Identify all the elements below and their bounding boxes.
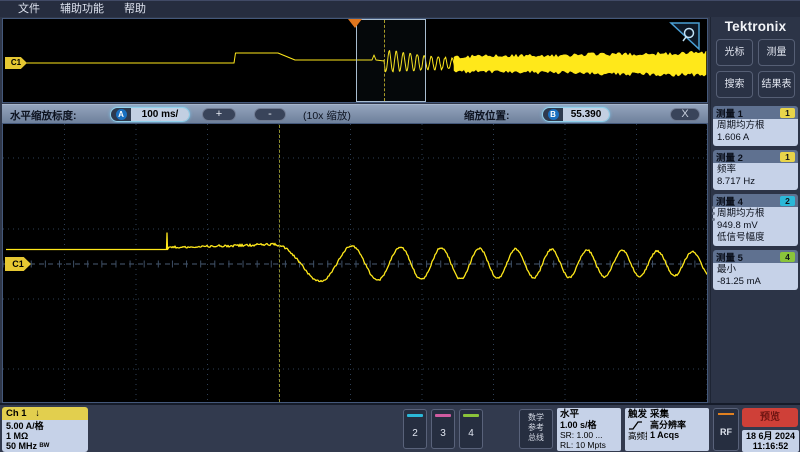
oscilloscope-screen: 文件 辅助功能 帮助 C1 水平缩放标度: A 100 ms/格 + - (10… <box>0 0 800 452</box>
measure-button[interactable]: 测量 <box>758 39 795 66</box>
time-text: 11:16:52 <box>742 441 799 451</box>
date-text: 18 6月 2024 <box>742 431 799 441</box>
zoom-window-box[interactable] <box>356 19 426 102</box>
cursors-button[interactable]: 光标 <box>716 39 753 66</box>
bottom-bar: Ch 1 ↓ 5.00 A/格 1 MΩ 50 MHz ᴮᵂ 2 3 4 数学 … <box>0 403 800 452</box>
menu-bar: 文件 辅助功能 帮助 <box>0 0 800 17</box>
zoom-scale-control[interactable]: A 100 ms/格 <box>110 107 190 122</box>
channel3-color-bar <box>435 414 451 417</box>
main-waveform-plot <box>3 124 707 402</box>
zoom-factor-label: (10x 缩放) <box>303 108 351 123</box>
overview-waveform-plot <box>3 19 707 102</box>
preview-button[interactable]: 预览 <box>742 408 798 427</box>
channel2-button[interactable]: 2 <box>403 409 427 449</box>
measurement-badge-3[interactable]: 测量 4 2 周期均方根 949.8 mV 低信号幅度 <box>713 194 798 246</box>
arrow-down-icon: ↓ <box>35 408 40 419</box>
source-tag: 1 <box>780 152 795 162</box>
measurement-badge-2[interactable]: 测量 2 1 频率 8.717 Hz <box>713 150 798 190</box>
channel3-button[interactable]: 3 <box>431 409 455 449</box>
overview-trigger-dash-line <box>384 20 385 101</box>
results-table-button[interactable]: 结果表 <box>758 71 795 98</box>
channel1-bandwidth: 50 MHz ᴮᵂ <box>6 441 84 451</box>
channel1-badge[interactable]: Ch 1 ↓ 5.00 A/格 1 MΩ 50 MHz ᴮᵂ <box>2 407 88 452</box>
rising-edge-icon <box>628 420 643 431</box>
zoom-position-control[interactable]: B 55.390 % <box>542 107 610 122</box>
source-tag: 2 <box>780 196 795 206</box>
measurement-badge-4[interactable]: 测量 5 4 最小 -81.25 mA <box>713 250 798 290</box>
zoom-position-label: 缩放位置: <box>464 108 510 123</box>
source-tag: 4 <box>780 252 795 262</box>
zoom-in-button[interactable]: + <box>202 108 236 121</box>
rf-button[interactable]: RF <box>713 408 739 451</box>
zoom-position-value: 55.390 % <box>563 108 609 121</box>
channel4-color-bar <box>463 414 479 417</box>
acquisition-mode: 高分辨率 <box>650 420 706 430</box>
menu-help[interactable]: 帮助 <box>114 1 156 17</box>
menu-file[interactable]: 文件 <box>8 1 50 17</box>
rf-color-bar <box>718 413 734 415</box>
main-trigger-dash-line <box>279 125 280 402</box>
horizontal-badge[interactable]: 水平 1.00 s/格 SR: 1.00 ... RL: 10 Mpts <box>557 408 621 451</box>
zoom-overview-icon[interactable] <box>669 21 701 51</box>
search-button[interactable]: 搜索 <box>716 71 753 98</box>
datetime-display: 18 6月 2024 11:16:52 <box>742 430 799 452</box>
horizontal-scale: 1.00 s/格 <box>560 420 618 430</box>
record-length: RL: 10 Mpts <box>560 440 618 450</box>
zoom-out-button[interactable]: - <box>254 108 286 121</box>
sample-rate: SR: 1.00 ... <box>560 430 618 440</box>
results-sidebar: Tektronix 光标 测量 搜索 结果表 测量 1 1 周期均方根 1.60… <box>710 17 800 403</box>
acquisition-count: 1 Acqs <box>650 430 706 440</box>
zoom-scale-label: 水平缩放标度: <box>10 108 77 123</box>
channel4-button[interactable]: 4 <box>459 409 483 449</box>
menu-utility[interactable]: 辅助功能 <box>50 1 114 17</box>
zoom-scale-value: 100 ms/格 <box>131 108 189 121</box>
knob-a-icon: A <box>111 108 131 121</box>
source-tag: 1 <box>780 108 795 118</box>
tektronix-logo: Tektronix <box>711 19 800 34</box>
channel2-color-bar <box>407 414 423 417</box>
waveform-overview[interactable]: C1 <box>2 18 708 103</box>
trigger-position-icon[interactable] <box>348 19 362 28</box>
channel1-name: Ch 1 <box>6 408 27 419</box>
acquisition-badge2[interactable]: 采集 高分辨率 1 Acqs <box>647 408 709 451</box>
zoom-close-button[interactable]: X <box>670 108 700 121</box>
knob-b-icon: B <box>543 108 563 121</box>
measurement-badge-1[interactable]: 测量 1 1 周期均方根 1.606 A <box>713 106 798 146</box>
main-graticule[interactable]: C1 <box>2 123 708 403</box>
drag-handle-icon[interactable] <box>712 206 715 221</box>
channel1-impedance: 1 MΩ <box>6 431 84 441</box>
math-ref-bus-button[interactable]: 数学 参考 总线 <box>519 409 553 449</box>
zoom-controls-bar: 水平缩放标度: A 100 ms/格 + - (10x 缩放) 缩放位置: B … <box>2 104 708 123</box>
channel1-scale: 5.00 A/格 <box>6 421 84 431</box>
